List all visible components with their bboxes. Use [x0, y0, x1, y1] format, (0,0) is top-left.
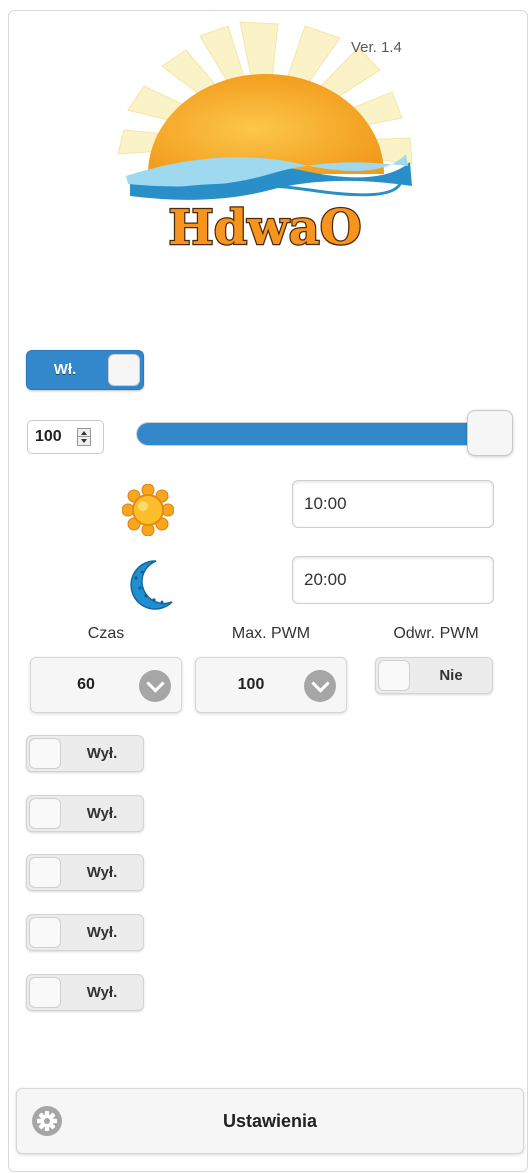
sunset-time-input[interactable]: 20:00 — [292, 556, 494, 604]
spin-down-icon[interactable] — [81, 439, 87, 443]
pwm-number-value[interactable]: 100 — [35, 421, 62, 453]
czas-select[interactable]: 60 — [30, 657, 182, 713]
moon-icon — [130, 560, 173, 610]
czas-select-value[interactable]: 60 — [31, 658, 141, 712]
channel-toggle-knob[interactable] — [29, 917, 61, 948]
invert-pwm-toggle[interactable]: Nie — [375, 657, 493, 694]
pwm-number-input[interactable]: 100 — [27, 420, 104, 454]
channel-toggle-4[interactable]: Wył. — [26, 914, 144, 951]
pwm-spinner[interactable] — [77, 428, 91, 446]
power-toggle-knob[interactable] — [108, 354, 140, 386]
channel-toggle-1[interactable]: Wył. — [26, 735, 144, 772]
invert-pwm-toggle-label: Nie — [439, 667, 463, 684]
pwm-slider-handle[interactable] — [467, 410, 513, 456]
channel-toggle-3[interactable]: Wył. — [26, 854, 144, 891]
channel-toggle-label: Wył. — [86, 805, 118, 822]
channel-toggle-5[interactable]: Wył. — [26, 974, 144, 1011]
version-label: Ver. 1.4 — [351, 39, 402, 56]
settings-button[interactable]: Ustawienia — [16, 1088, 524, 1154]
channel-toggle-label: Wył. — [86, 984, 118, 1001]
channel-toggle-2[interactable]: Wył. — [26, 795, 144, 832]
channel-toggle-knob[interactable] — [29, 798, 61, 829]
channel-toggle-label: Wył. — [86, 864, 118, 881]
invert-pwm-toggle-knob[interactable] — [378, 660, 410, 691]
sun-icon — [122, 484, 174, 536]
channel-toggle-knob[interactable] — [29, 857, 61, 888]
settings-button-label: Ustawienia — [222, 1111, 318, 1131]
invert-pwm-header: Odwr. PWM — [393, 625, 479, 642]
maxpwm-select[interactable]: 100 — [195, 657, 347, 713]
sunrise-time-input[interactable]: 10:00 — [292, 480, 494, 528]
maxpwm-header: Max. PWM — [231, 625, 311, 642]
channel-toggle-label: Wył. — [86, 745, 118, 762]
czas-header: Czas — [87, 625, 125, 642]
pwm-slider-fill — [137, 423, 499, 445]
spin-up-icon[interactable] — [81, 431, 87, 435]
pwm-slider-track[interactable] — [136, 422, 500, 446]
logo-text: HdwaO — [168, 200, 361, 256]
chevron-down-icon[interactable] — [139, 670, 171, 702]
channel-toggle-knob[interactable] — [29, 977, 61, 1008]
chevron-down-icon[interactable] — [304, 670, 336, 702]
channel-toggle-label: Wył. — [86, 924, 118, 941]
power-toggle-label: Wł. — [53, 361, 77, 378]
maxpwm-select-value[interactable]: 100 — [196, 658, 306, 712]
power-toggle[interactable]: Wł. — [26, 350, 144, 390]
channel-toggle-knob[interactable] — [29, 738, 61, 769]
